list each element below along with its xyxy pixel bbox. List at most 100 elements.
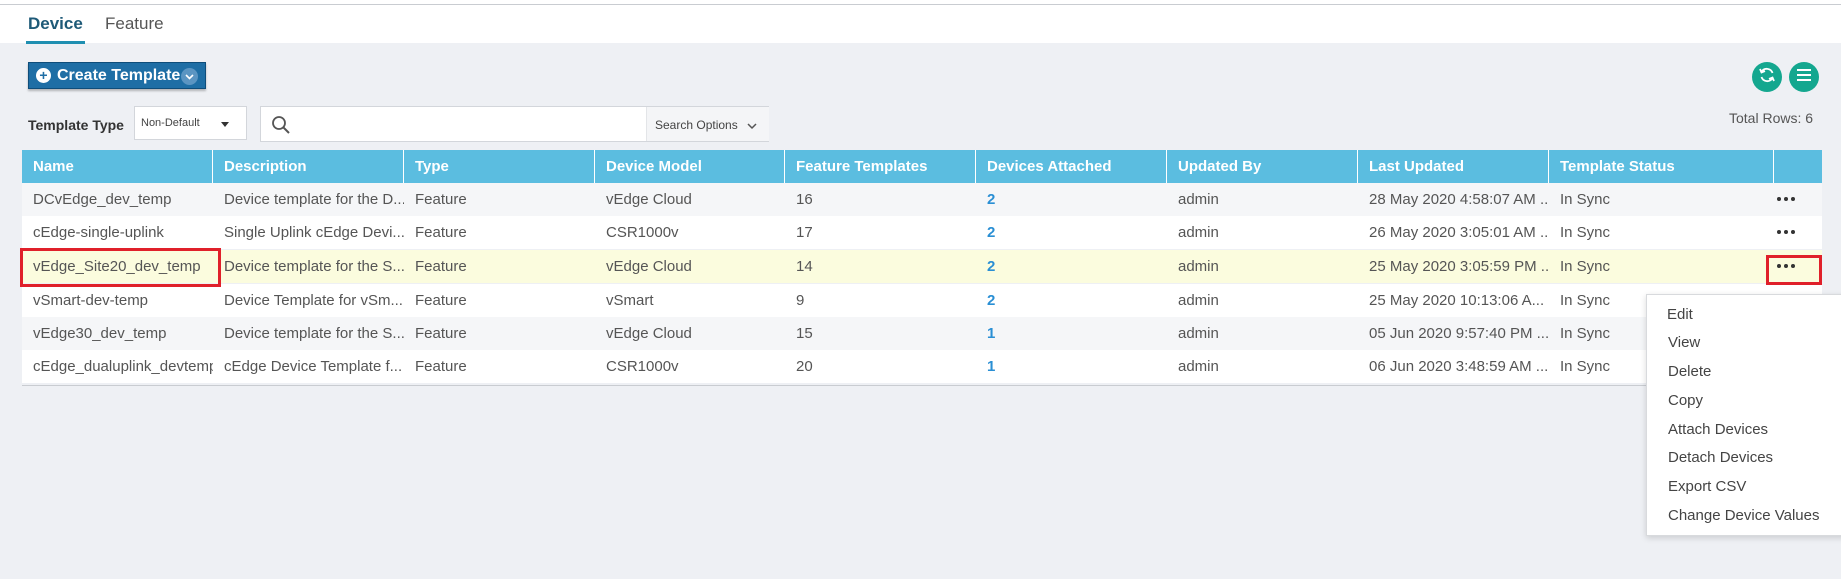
cell-last-updated: 05 Jun 2020 9:57:40 PM ... <box>1369 325 1549 342</box>
column-header-feature-templates[interactable]: Feature Templates <box>785 150 976 183</box>
tab-feature[interactable]: Feature <box>105 14 164 44</box>
cell-device-model: vSmart <box>606 292 654 309</box>
search-icon <box>271 115 291 140</box>
search-options-label: Search Options <box>655 118 738 132</box>
template-type-label: Template Type <box>28 117 124 133</box>
cell-device-model: CSR1000v <box>606 358 679 375</box>
tab-bar: Device Feature <box>0 5 1841 44</box>
cell-template-status: In Sync <box>1560 224 1611 241</box>
search-options-dropdown[interactable]: Search Options <box>646 107 769 141</box>
cell-device-model: vEdge Cloud <box>606 325 692 342</box>
plus-circle-icon: + <box>36 68 51 83</box>
cell-description: cEdge Device Template f... <box>224 358 403 375</box>
cell-updated-by: admin <box>1178 224 1219 241</box>
cell-type: Feature <box>415 358 467 375</box>
cell-updated-by: admin <box>1178 358 1219 375</box>
column-header-actions <box>1774 150 1822 183</box>
devices-attached-link[interactable]: 2 <box>976 216 1167 249</box>
cell-type: Feature <box>415 258 467 275</box>
column-header-last-updated[interactable]: Last Updated <box>1358 150 1549 183</box>
column-header-type[interactable]: Type <box>404 150 595 183</box>
cell-last-updated: 25 May 2020 10:13:06 A... <box>1369 292 1545 309</box>
menu-item-copy[interactable]: Copy <box>1668 392 1703 409</box>
cell-updated-by: admin <box>1178 258 1219 275</box>
cell-device-model: vEdge Cloud <box>606 191 692 208</box>
table-row[interactable]: cEdge_dualuplink_devtemp cEdge Device Te… <box>22 350 1822 383</box>
cell-feature-templates: 20 <box>796 358 813 375</box>
search-input[interactable] <box>301 108 701 140</box>
refresh-icon <box>1758 66 1776 89</box>
menu-item-detach-devices[interactable]: Detach Devices <box>1668 449 1773 466</box>
cell-name: DCvEdge_dev_temp <box>33 191 172 208</box>
cell-updated-by: admin <box>1178 325 1219 342</box>
cell-description: Single Uplink cEdge Devi... <box>224 224 404 241</box>
hamburger-menu-icon <box>1796 68 1812 87</box>
template-type-value: Non-Default <box>141 117 200 129</box>
menu-item-view[interactable]: View <box>1668 334 1700 351</box>
create-template-label: Create Template <box>57 66 181 84</box>
cell-feature-templates: 14 <box>796 258 813 275</box>
cell-description: Device template for the S... <box>224 258 404 275</box>
refresh-button[interactable] <box>1752 62 1782 92</box>
devices-attached-link[interactable]: 1 <box>976 350 1167 383</box>
cell-last-updated: 25 May 2020 3:05:59 PM ... <box>1369 258 1549 275</box>
cell-description: Device template for the S... <box>224 325 404 342</box>
table-row[interactable]: cEdge-single-uplink Single Uplink cEdge … <box>22 216 1822 249</box>
cell-feature-templates: 9 <box>796 292 805 309</box>
cell-name: vSmart-dev-temp <box>33 292 149 309</box>
cell-last-updated: 28 May 2020 4:58:07 AM ... <box>1369 191 1549 208</box>
table-row[interactable]: vEdge30_dev_temp Device template for the… <box>22 317 1822 350</box>
tab-device[interactable]: Device <box>26 14 85 44</box>
cell-description: Device template for the D... <box>224 191 404 208</box>
table-bottom-border <box>22 385 1822 386</box>
cell-updated-by: admin <box>1178 191 1219 208</box>
cell-template-status: In Sync <box>1560 258 1611 275</box>
cell-device-model: vEdge Cloud <box>606 258 692 275</box>
cell-description: Device Template for vSm... <box>224 292 403 309</box>
chevron-down-icon[interactable] <box>181 68 198 85</box>
cell-type: Feature <box>415 325 467 342</box>
more-options-icon[interactable] <box>1770 220 1802 244</box>
chevron-down-icon <box>747 119 757 133</box>
cell-type: Feature <box>415 292 467 309</box>
cell-type: Feature <box>415 191 467 208</box>
cell-last-updated: 26 May 2020 3:05:01 AM ... <box>1369 224 1549 241</box>
more-options-icon[interactable] <box>1770 254 1802 278</box>
table-header: Name Description Type Device Model Featu… <box>22 150 1822 183</box>
cell-name: vEdge30_dev_temp <box>33 325 167 342</box>
cell-name: cEdge_dualuplink_devtemp <box>33 358 213 375</box>
cell-name: cEdge-single-uplink <box>33 224 164 241</box>
column-header-name[interactable]: Name <box>22 150 213 183</box>
cell-device-model: CSR1000v <box>606 224 679 241</box>
cell-feature-templates: 17 <box>796 224 813 241</box>
cell-name: vEdge_Site20_dev_temp <box>33 258 201 275</box>
total-rows-count: Total Rows: 6 <box>1729 110 1814 126</box>
menu-item-change-device-values[interactable]: Change Device Values <box>1668 507 1819 524</box>
devices-attached-link[interactable]: 1 <box>976 317 1167 350</box>
column-header-devices-attached[interactable]: Devices Attached <box>976 150 1167 183</box>
table-row-selected[interactable]: vEdge_Site20_dev_temp Device template fo… <box>22 250 1822 283</box>
template-type-select[interactable]: Non-Default <box>134 106 247 140</box>
cell-template-status: In Sync <box>1560 191 1611 208</box>
devices-attached-link[interactable]: 2 <box>976 250 1167 283</box>
menu-item-attach-devices[interactable]: Attach Devices <box>1668 421 1768 438</box>
cell-updated-by: admin <box>1178 292 1219 309</box>
menu-item-delete[interactable]: Delete <box>1668 363 1711 380</box>
column-header-device-model[interactable]: Device Model <box>595 150 785 183</box>
cell-feature-templates: 16 <box>796 191 813 208</box>
more-options-icon[interactable] <box>1770 187 1802 211</box>
devices-attached-link[interactable]: 2 <box>976 284 1167 317</box>
cell-type: Feature <box>415 224 467 241</box>
create-template-button[interactable]: + Create Template <box>28 62 206 89</box>
column-header-template-status[interactable]: Template Status <box>1549 150 1774 183</box>
menu-item-edit[interactable]: Edit <box>1667 306 1693 323</box>
table-settings-button[interactable] <box>1789 62 1819 92</box>
row-context-menu: Edit View Delete Copy Attach Devices Det… <box>1646 294 1841 536</box>
column-header-updated-by[interactable]: Updated By <box>1167 150 1358 183</box>
search-box: Search Options <box>260 106 769 142</box>
column-header-description[interactable]: Description <box>213 150 404 183</box>
devices-attached-link[interactable]: 2 <box>976 183 1167 216</box>
menu-item-export-csv[interactable]: Export CSV <box>1668 478 1746 495</box>
table-row[interactable]: DCvEdge_dev_temp Device template for the… <box>22 183 1822 216</box>
table-row[interactable]: vSmart-dev-temp Device Template for vSm.… <box>22 284 1822 317</box>
